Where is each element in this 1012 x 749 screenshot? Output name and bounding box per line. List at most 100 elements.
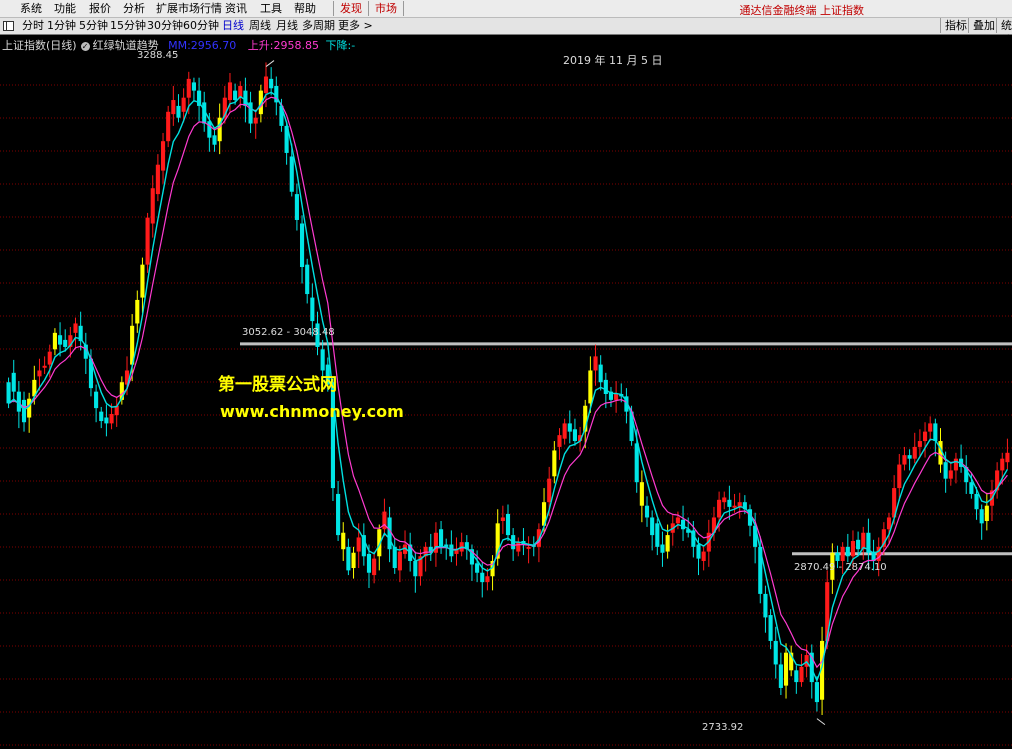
- candle-body: [969, 482, 974, 494]
- candle-body: [1005, 452, 1010, 463]
- candle-body: [6, 382, 11, 404]
- watermark-title: 第一股票公式网: [218, 375, 337, 395]
- candle-body: [526, 546, 531, 549]
- candle-body: [135, 299, 140, 324]
- candle-body: [346, 546, 351, 571]
- candle-body: [150, 188, 155, 224]
- up-label: 上升:: [247, 39, 274, 52]
- candle-body: [171, 100, 176, 115]
- candle-body: [593, 356, 598, 371]
- candle-body: [850, 540, 856, 557]
- period-tab-intraday[interactable]: 分时: [22, 19, 44, 33]
- candle-body: [907, 455, 912, 459]
- candle-body: [886, 517, 892, 530]
- period-tab-daily[interactable]: 日线: [222, 19, 244, 33]
- candle-body: [722, 497, 727, 503]
- menu-bar: 系统 功能 报价 分析 扩展市场行情 资讯 工具 帮助 发现 市场 通达信金融终…: [0, 0, 1012, 18]
- period-tab-5min[interactable]: 5分钟: [79, 19, 108, 33]
- period-tab-multi[interactable]: 多周期: [302, 19, 335, 33]
- candle-body: [227, 82, 233, 101]
- period-tab-monthly[interactable]: 月线: [276, 19, 298, 33]
- window-title: 通达信金融终端 上证指数: [739, 4, 865, 17]
- candle-body: [933, 423, 938, 442]
- candle-body: [176, 105, 181, 118]
- indicator-button[interactable]: 指标: [940, 18, 971, 33]
- candle-body: [99, 411, 104, 422]
- menu-item-find[interactable]: 发现: [340, 2, 362, 15]
- period-tab-30min[interactable]: 30分钟: [147, 19, 183, 33]
- candle-body: [310, 297, 315, 322]
- menu-divider: [403, 1, 404, 16]
- candle-body: [701, 551, 706, 561]
- high-marker: [265, 60, 275, 67]
- candle-body: [680, 519, 686, 530]
- candle-body: [516, 542, 521, 552]
- candle-body: [639, 482, 644, 506]
- menu-item-function[interactable]: 功能: [54, 2, 76, 15]
- candle-body: [207, 121, 212, 138]
- candle-body: [974, 493, 979, 510]
- panel-toggle-icon[interactable]: [3, 21, 14, 31]
- candle-body: [650, 517, 655, 536]
- candle-body: [665, 535, 670, 552]
- menu-item-quote[interactable]: 报价: [89, 2, 111, 15]
- candle-body: [562, 423, 567, 439]
- low-price-label: 2733.92: [702, 722, 744, 733]
- low-marker: [816, 718, 826, 726]
- period-tab-60min[interactable]: 60分钟: [183, 19, 219, 33]
- menu-item-tools[interactable]: 工具: [260, 2, 282, 15]
- candle-body: [1000, 458, 1005, 471]
- extreme-markers: [265, 60, 826, 726]
- candle-body: [773, 640, 778, 665]
- candle-body: [47, 351, 52, 365]
- candle-body: [475, 563, 480, 573]
- candle-body: [94, 391, 99, 409]
- high-price-label: 3288.45: [137, 50, 179, 61]
- candle-body: [37, 370, 42, 377]
- candle-body: [634, 443, 639, 483]
- candle-body: [160, 141, 166, 171]
- menu-item-extended-market[interactable]: 扩展市场行情: [156, 2, 222, 15]
- overlay-button[interactable]: 叠加: [968, 18, 999, 33]
- candle-body: [943, 462, 948, 479]
- candle-body: [727, 499, 732, 507]
- index-name: 上证指数(日线): [2, 39, 77, 52]
- menu-item-news[interactable]: 资讯: [225, 2, 247, 15]
- menu-item-analysis[interactable]: 分析: [123, 2, 145, 15]
- candle-body: [485, 576, 490, 583]
- candle-body: [480, 572, 485, 583]
- candle-body: [588, 370, 593, 404]
- candle-body: [191, 82, 196, 91]
- candle-body: [212, 135, 217, 145]
- candle-body: [166, 111, 171, 142]
- period-tab-weekly[interactable]: 周线: [249, 19, 271, 33]
- candle-body: [372, 558, 377, 576]
- menu-item-market[interactable]: 市场: [375, 2, 397, 15]
- candle-body: [439, 529, 444, 547]
- menu-item-system[interactable]: 系统: [20, 2, 42, 15]
- period-tab-1min[interactable]: 1分钟: [47, 19, 76, 33]
- date-label: 2019 年 11 月 5 日: [563, 54, 663, 67]
- menu-item-help[interactable]: 帮助: [294, 2, 316, 15]
- candle-body: [500, 517, 505, 521]
- period-tab-more[interactable]: 更多 >: [338, 19, 373, 33]
- candle-body: [897, 464, 902, 489]
- candle-body: [861, 532, 866, 550]
- period-tab-15min[interactable]: 15分钟: [110, 19, 146, 33]
- period-toolbar: 分时 1分钟 5分钟 15分钟 30分钟 60分钟 日线 周线 月线 多周期 更…: [0, 18, 1012, 47]
- statistics-button[interactable]: 统计: [996, 18, 1012, 47]
- candle-body: [835, 552, 840, 561]
- candle-body: [289, 156, 294, 192]
- candle-body: [42, 365, 47, 368]
- candle-body: [11, 372, 16, 392]
- support-lines: [240, 342, 1012, 556]
- candle-body: [778, 664, 783, 688]
- formula-settings-icon[interactable]: ✓: [80, 42, 90, 51]
- candle-body: [140, 264, 145, 298]
- menu-divider: [368, 1, 369, 16]
- candle-body: [603, 379, 608, 394]
- candle-body: [181, 97, 186, 112]
- candle-body: [557, 435, 562, 447]
- kline-chart[interactable]: [0, 35, 1012, 749]
- mm-value: 2956.70: [190, 39, 237, 52]
